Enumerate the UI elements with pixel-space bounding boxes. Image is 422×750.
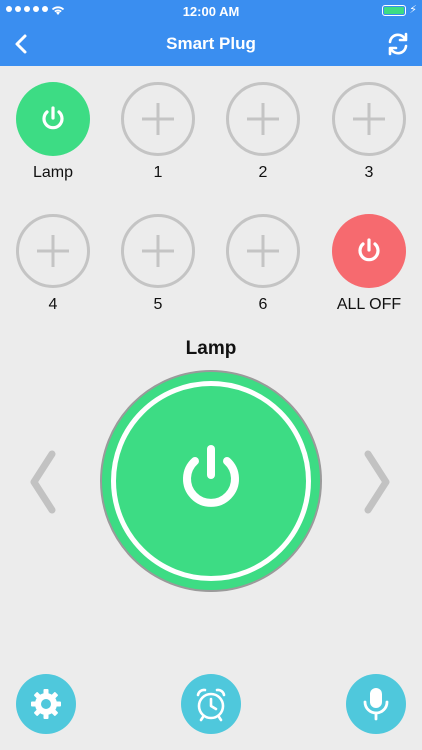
- status-bar: 12:00 AM ⚡: [0, 0, 422, 22]
- power-button-ring: [111, 381, 311, 581]
- plug-label: ALL OFF: [336, 296, 402, 313]
- plug-slot-5[interactable]: 5: [113, 214, 203, 314]
- plus-icon: [353, 103, 385, 135]
- plug-label: 2: [258, 164, 268, 181]
- add-plug-button-1[interactable]: [121, 82, 195, 156]
- add-plug-button-4[interactable]: [16, 214, 90, 288]
- plus-icon: [142, 103, 174, 135]
- power-icon: [183, 445, 239, 507]
- status-time: 12:00 AM: [182, 4, 240, 19]
- microphone-icon: [363, 688, 389, 721]
- nav-bar: Smart Plug: [0, 22, 422, 66]
- plus-icon: [247, 103, 279, 135]
- plug-slot-1[interactable]: 1: [113, 82, 203, 182]
- plus-icon: [37, 235, 69, 267]
- selected-device-name: Lamp: [185, 338, 237, 359]
- battery-icon: [382, 5, 406, 16]
- plug-slot-3[interactable]: 3: [324, 82, 414, 182]
- voice-button[interactable]: [346, 674, 406, 734]
- plus-icon: [247, 235, 279, 267]
- all-off-button[interactable]: [332, 214, 406, 288]
- plug-slot-2[interactable]: 2: [218, 82, 308, 182]
- previous-device-arrow[interactable]: [28, 450, 58, 514]
- plug-label: 4: [48, 296, 58, 313]
- main-power-button[interactable]: [100, 370, 322, 592]
- charging-icon: ⚡: [409, 4, 417, 16]
- plus-icon: [142, 235, 174, 267]
- add-plug-button-2[interactable]: [226, 82, 300, 156]
- plug-button-lamp[interactable]: [16, 82, 90, 156]
- plug-label: 5: [153, 296, 163, 313]
- plug-slot-lamp[interactable]: Lamp: [8, 82, 98, 182]
- plug-label: Lamp: [32, 164, 74, 181]
- plug-slot-all-off[interactable]: ALL OFF: [324, 214, 414, 314]
- page-title: Smart Plug: [166, 34, 256, 53]
- add-plug-button-6[interactable]: [226, 214, 300, 288]
- next-device-arrow[interactable]: [362, 450, 392, 514]
- plug-label: 3: [364, 164, 374, 181]
- refresh-icon[interactable]: [384, 30, 412, 58]
- plug-slot-6[interactable]: 6: [218, 214, 308, 314]
- plug-label: 1: [153, 164, 163, 181]
- add-plug-button-3[interactable]: [332, 82, 406, 156]
- plug-slot-4[interactable]: 4: [8, 214, 98, 314]
- add-plug-button-5[interactable]: [121, 214, 195, 288]
- plug-label: 6: [258, 296, 268, 313]
- timer-button[interactable]: [181, 674, 241, 734]
- power-icon: [42, 106, 64, 130]
- power-icon: [358, 238, 380, 262]
- alarm-clock-icon: [196, 688, 226, 722]
- settings-button[interactable]: [16, 674, 76, 734]
- gear-icon: [31, 689, 61, 719]
